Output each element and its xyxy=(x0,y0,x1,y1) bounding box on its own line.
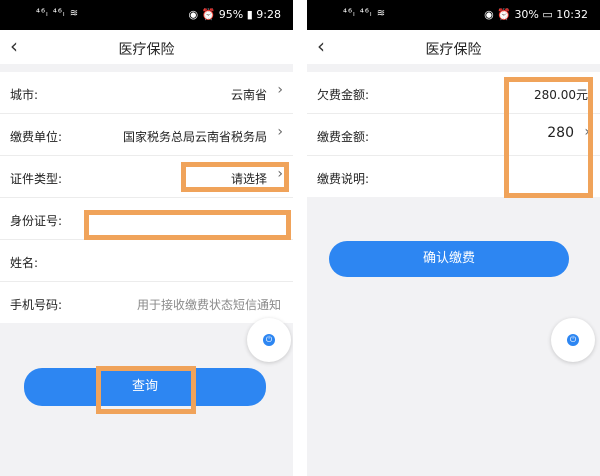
power-icon: ⏻ xyxy=(567,334,579,346)
page-title: 医疗保险 xyxy=(118,42,175,58)
city-label: 城市: xyxy=(10,88,39,102)
alarm-icon: ⏰ xyxy=(497,8,511,21)
chevron-right-icon: › xyxy=(277,82,283,98)
highlight-amounts xyxy=(504,77,593,198)
highlight-id-number xyxy=(84,210,291,240)
unit-label: 缴费单位: xyxy=(10,130,63,144)
battery-icon: ▭ xyxy=(542,8,553,21)
status-bar: ⁴⁶ₗ ⁴⁶ₗ ≋ ◉ ⏰ 95% ▮ 9:28 xyxy=(0,0,293,30)
id-number-label: 身份证号: xyxy=(10,214,63,228)
arrears-label: 欠费金额: xyxy=(317,88,370,102)
note-label: 缴费说明: xyxy=(317,172,370,186)
phone-row[interactable]: 手机号码: 用于接收缴费状态短信通知 xyxy=(0,282,293,323)
unit-value: 国家税务总局云南省税务局 xyxy=(122,130,267,144)
highlight-query-button xyxy=(96,366,196,414)
eye-icon: ◉ xyxy=(188,8,199,21)
nav-bar: ‹ 医疗保险 xyxy=(307,30,600,64)
left-screen: ⁴⁶ₗ ⁴⁶ₗ ≋ ◉ ⏰ 95% ▮ 9:28 ‹ 医疗保险 城市: 云南省 … xyxy=(0,0,293,476)
unit-row[interactable]: 缴费单位: 国家税务总局云南省税务局 › xyxy=(0,114,293,156)
phone-input-placeholder[interactable]: 用于接收缴费状态短信通知 xyxy=(137,296,281,313)
highlight-id-type xyxy=(181,162,289,192)
alarm-icon: ⏰ xyxy=(201,8,216,21)
clock: 10:32 xyxy=(556,8,588,21)
signal-icons: ⁴⁶ₗ ⁴⁶ₗ ≋ xyxy=(36,8,80,19)
right-screen: ⁴⁶ₗ ⁴⁶ₗ ≋ ◉ ⏰ 30% ▭ 10:32 ‹ 医疗保险 欠费金额: 2… xyxy=(307,0,600,476)
eye-icon: ◉ xyxy=(484,8,494,21)
name-row[interactable]: 姓名: xyxy=(0,240,293,282)
floating-assistant-button[interactable]: ⏻ xyxy=(551,318,595,362)
power-icon: ⏻ xyxy=(263,334,275,346)
page-title: 医疗保险 xyxy=(425,42,482,58)
amount-label: 缴费金额: xyxy=(317,130,370,144)
chevron-right-icon: › xyxy=(277,124,283,140)
status-right: ◉ ⏰ 95% ▮ 9:28 xyxy=(188,8,281,21)
battery-icon: ▮ xyxy=(246,8,253,21)
signal-icons: ⁴⁶ₗ ⁴⁶ₗ ≋ xyxy=(343,8,387,19)
name-label: 姓名: xyxy=(10,256,39,270)
query-form: 城市: 云南省 › 缴费单位: 国家税务总局云南省税务局 › 证件类型: 请选择… xyxy=(0,72,293,323)
floating-assistant-button[interactable]: ⏻ xyxy=(247,318,291,362)
city-value: 云南省 xyxy=(230,88,267,102)
status-right: ◉ ⏰ 30% ▭ 10:32 xyxy=(484,8,588,21)
city-row[interactable]: 城市: 云南省 › xyxy=(0,72,293,114)
confirm-payment-button[interactable]: 确认缴费 xyxy=(329,241,569,277)
clock: 9:28 xyxy=(256,8,281,21)
nav-bar: ‹ 医疗保险 xyxy=(0,30,293,64)
phone-label: 手机号码: xyxy=(10,298,63,312)
id-type-label: 证件类型: xyxy=(10,172,63,186)
status-bar: ⁴⁶ₗ ⁴⁶ₗ ≋ ◉ ⏰ 30% ▭ 10:32 xyxy=(307,0,600,30)
battery-text: 30% xyxy=(514,8,539,21)
battery-text: 95% xyxy=(218,8,244,21)
